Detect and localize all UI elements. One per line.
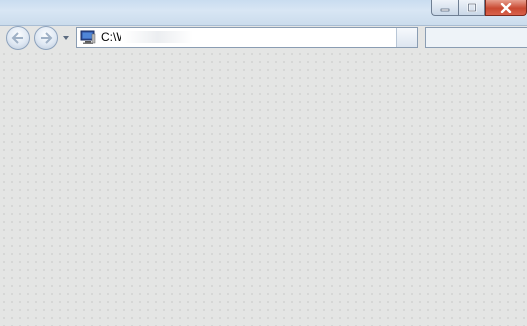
window-controls [431,0,527,16]
address-dropdown-button[interactable] [396,28,417,47]
maximize-icon [467,3,476,12]
address-bar[interactable]: C:\W [76,27,418,48]
back-button[interactable] [6,26,30,50]
minimize-icon [440,8,450,11]
back-arrow-icon [11,32,23,44]
address-path: C:\W [101,30,121,44]
close-button[interactable] [485,0,527,16]
maximize-button[interactable] [458,0,485,16]
search-box[interactable] [425,27,527,48]
title-bar [0,0,527,26]
file-view-area[interactable] [0,50,527,326]
forward-button[interactable] [34,26,58,50]
minimize-button[interactable] [431,0,458,16]
chevron-down-icon[interactable] [61,34,71,42]
computer-icon [80,30,96,44]
forward-arrow-icon [41,32,53,44]
address-path-obscured [123,31,193,43]
navigation-bar: C:\W [0,26,527,50]
close-icon [500,2,512,13]
